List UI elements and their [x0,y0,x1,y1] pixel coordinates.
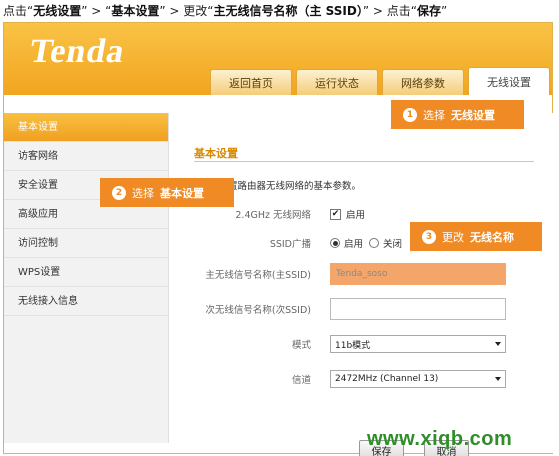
page-title: 基本设置 [194,147,238,160]
callout-step-1: 1 选择 无线设置 [391,100,524,129]
primary-ssid-row: 主无线信号名称(主SSID) Tenda_soso [170,263,553,285]
ssid-broadcast-off-radio[interactable] [369,238,380,248]
step-number-icon: 1 [403,107,417,122]
step-number-icon: 3 [422,229,436,244]
step-number-icon: 2 [112,185,126,200]
secondary-ssid-input[interactable] [330,298,506,320]
wifi-enable-label: 启用 [346,210,366,221]
mode-value: 11b模式 [335,340,371,351]
wifi-enable-checkbox[interactable]: ✔ [330,208,341,220]
header-bar: Tenda 返回首页 运行状态 网络参数 无线设置 [4,23,552,95]
ssid-broadcast-on-radio[interactable] [330,238,340,248]
tab-home[interactable]: 返回首页 [210,69,292,95]
callout-text: 选择 [423,108,445,122]
chevron-down-icon [495,342,501,346]
callout-text: 更改 [442,230,464,244]
instruction-step-ssid: 主无线信号名称（主 SSID） [213,4,363,18]
secondary-ssid-label: 次无线信号名称(次SSID) [205,305,311,316]
sidebar-item-access-control[interactable]: 访问控制 [4,229,168,258]
tab-network[interactable]: 网络参数 [382,69,464,95]
channel-label: 信道 [291,375,311,386]
tenda-logo: Tenda [26,33,128,70]
tab-status[interactable]: 运行状态 [296,69,378,95]
channel-select[interactable]: 2472MHz (Channel 13) [330,370,506,388]
watermark: www.xiqb.com [367,428,513,450]
ssid-broadcast-on-label: 启用 [344,239,364,250]
instruction-part: ” > 更改“ [159,4,214,18]
ssid-broadcast-label: SSID广播 [269,239,311,250]
primary-ssid-label: 主无线信号名称(主SSID) [205,270,311,281]
ssid-broadcast-off-label: 关闭 [383,239,403,250]
instruction-part: ” > “ [81,4,112,18]
sidebar-item-guest[interactable]: 访客网络 [4,142,168,171]
instruction-part: ” > 点击“ [362,4,417,18]
callout-step-3: 3 更改 无线名称 [410,222,542,251]
sidebar-item-clients[interactable]: 无线接入信息 [4,287,168,316]
sidebar-item-wps[interactable]: WPS设置 [4,258,168,287]
tab-wireless[interactable]: 无线设置 [468,67,550,95]
wifi-label: 2.4GHz 无线网络 [235,210,311,221]
callout-step-2: 2 选择 基本设置 [100,178,234,207]
title-divider [194,161,534,162]
callout-strong-text: 基本设置 [160,186,204,200]
chevron-down-icon [495,377,501,381]
main-panel: 基本设置 置路由器无线网络的基本参数。 2.4GHz 无线网络 ✔ 启用 SSI… [170,113,553,456]
mode-row: 模式 11b模式 [170,333,553,355]
secondary-ssid-row: 次无线信号名称(次SSID) [170,298,553,320]
top-tabs: 返回首页 运行状态 网络参数 无线设置 [210,67,554,95]
instruction-step-basic: 基本设置 [111,4,160,18]
sidebar: 基本设置 访客网络 安全设置 高级应用 访问控制 WPS设置 无线接入信息 [4,113,169,443]
page-description: 置路由器无线网络的基本参数。 [228,181,362,192]
instruction-step-wireless: 无线设置 [33,4,82,18]
mode-label: 模式 [291,340,311,351]
sidebar-item-basic[interactable]: 基本设置 [4,113,168,142]
mode-select[interactable]: 11b模式 [330,335,506,353]
instruction-part: 点击“ [3,4,34,18]
instruction-step-save: 保存 [416,4,441,18]
primary-ssid-input[interactable]: Tenda_soso [330,263,506,285]
channel-row: 信道 2472MHz (Channel 13) [170,368,553,390]
instruction-part: ” [441,4,448,18]
callout-strong-text: 无线名称 [470,230,514,244]
channel-value: 2472MHz (Channel 13) [335,374,439,384]
callout-text: 选择 [132,186,154,200]
instruction-text: 点击“无线设置” > “基本设置” > 更改“主无线信号名称（主 SSID）” … [3,2,447,20]
callout-strong-text: 无线设置 [451,108,495,122]
